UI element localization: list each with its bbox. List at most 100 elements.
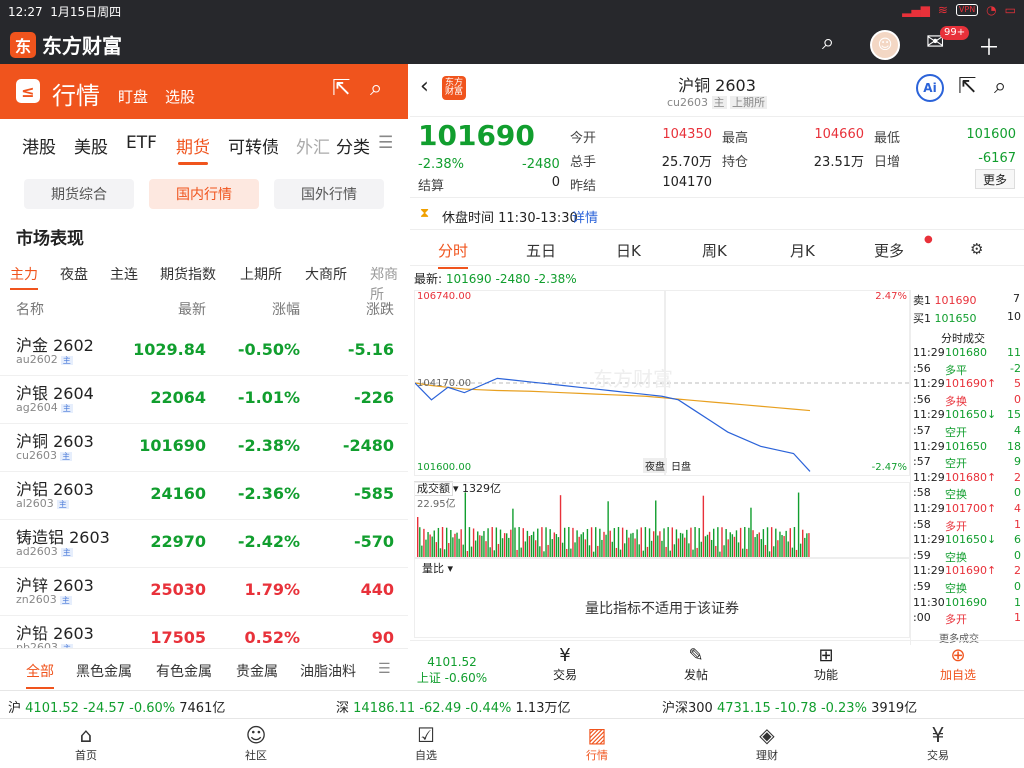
tab-us[interactable]: 美股 — [74, 133, 108, 158]
settings-icon[interactable]: ⚙ — [970, 240, 983, 258]
tab-monthly[interactable]: 月K — [790, 240, 815, 261]
trade-tick: 11:29 101680↑ 2 — [913, 470, 1021, 484]
cat-night[interactable]: 夜盘 — [60, 264, 88, 284]
volume-bar — [684, 537, 686, 557]
tab-futures[interactable]: 期货 — [176, 133, 210, 165]
subtab-domestic[interactable]: 国内行情 — [149, 179, 259, 209]
table-row[interactable]: 沪金 2602 au2602 主 1029.84 -0.50% -5.16 — [0, 328, 408, 376]
subtab-foreign[interactable]: 国外行情 — [274, 179, 384, 209]
mail-badge: 99+ — [940, 26, 970, 40]
search-icon[interactable]: ⌕ — [994, 74, 1006, 99]
cat-shfe[interactable]: 上期所 — [240, 264, 282, 284]
volume-bar — [686, 529, 688, 557]
volume-bar — [752, 530, 754, 557]
yen-icon: ¥ — [559, 645, 571, 666]
tab-cb[interactable]: 可转债 — [228, 133, 279, 158]
nav-home[interactable]: ⌂ 首页 — [56, 723, 116, 763]
function-button[interactable]: ⊞ 功能 — [786, 645, 866, 683]
trade-tick: :56 多换 0 — [913, 392, 1021, 408]
cat-cont[interactable]: 主连 — [110, 264, 138, 284]
volume-bar — [675, 529, 678, 557]
btab-ferrous[interactable]: 黑色金属 — [76, 661, 132, 681]
sh-index-mini[interactable]: 4101.52 上证 -0.60% — [412, 645, 492, 686]
table-row[interactable]: 沪铝 2603 al2603 主 24160 -2.36% -585 — [0, 472, 408, 520]
volume-bar — [503, 533, 506, 557]
nav-trade[interactable]: ¥ 交易 — [908, 723, 968, 763]
volume-bar — [522, 528, 524, 557]
volume-bar — [572, 527, 574, 557]
tab-category[interactable]: 分类 — [336, 133, 370, 158]
volume-bar — [458, 538, 460, 557]
index-ticker-bar: 沪 4101.52 -24.57 -0.60% 7461亿 深 14186.11… — [0, 690, 1024, 718]
tab-weekly[interactable]: 周K — [702, 240, 727, 261]
btab-precious[interactable]: 贵金属 — [236, 661, 278, 681]
more-button[interactable]: 更多 — [975, 169, 1015, 189]
share-icon[interactable]: ⇱ — [958, 74, 976, 99]
menu-icon[interactable]: ☰ — [378, 661, 391, 677]
subtab-overview[interactable]: 期货综合 — [24, 179, 134, 209]
volume-bar — [661, 540, 663, 557]
last-price: 22064 — [150, 388, 206, 407]
abs-change: -2480 — [342, 436, 394, 455]
volume-bar — [704, 536, 707, 557]
volume-bar — [650, 540, 653, 557]
volume-bar — [563, 527, 566, 557]
volume-bar — [638, 544, 640, 557]
nav-community[interactable]: ☺ 社区 — [226, 723, 286, 763]
cat-main[interactable]: 主力 — [10, 264, 38, 290]
btab-nonferrous[interactable]: 有色金属 — [156, 661, 212, 681]
ai-button[interactable]: Ai — [916, 74, 944, 102]
volume-bar — [773, 546, 775, 557]
avatar[interactable]: ☺ — [870, 30, 900, 60]
cat-index[interactable]: 期货指数 — [160, 264, 216, 284]
tab-fx[interactable]: 外汇 — [296, 133, 330, 158]
volume-bar — [526, 530, 529, 557]
screener-tab[interactable]: 选股 — [165, 86, 195, 107]
tab-etf[interactable]: ETF — [126, 133, 157, 153]
search-icon[interactable]: ⌕ — [822, 30, 834, 55]
post-button[interactable]: ✎ 发帖 — [656, 645, 736, 683]
share-icon[interactable]: ⇱ — [332, 76, 350, 101]
table-row[interactable]: 沪银 2604 ag2604 主 22064 -1.01% -226 — [0, 376, 408, 424]
volume-bar — [723, 545, 725, 557]
tab-5day[interactable]: 五日 — [526, 240, 556, 261]
volume-bar — [628, 537, 630, 557]
volume-bar — [702, 495, 705, 557]
intraday-chart[interactable]: 106740.00 2.47% 104170.00 101600.00 -2.4… — [414, 290, 910, 476]
nav-wealth[interactable]: ◈ 理财 — [737, 723, 797, 763]
volume-bar — [698, 528, 700, 557]
volume-bar — [501, 538, 504, 557]
search-icon[interactable]: ⌕ — [370, 76, 382, 101]
trade-tick: :59 空换 0 — [913, 548, 1021, 564]
volume-bar — [783, 536, 785, 557]
trade-tick: 11:29 101650↓ 15 — [913, 408, 1021, 422]
cat-dce[interactable]: 大商所 — [305, 264, 347, 284]
trade-button[interactable]: ¥ 交易 — [525, 645, 605, 683]
nav-watchlist[interactable]: ☑ 自选 — [396, 723, 456, 763]
watch-tab[interactable]: 盯盘 — [118, 86, 148, 107]
table-row[interactable]: 沪铜 2603 cu2603 主 101690 -2.38% -2480 — [0, 424, 408, 472]
btab-all[interactable]: 全部 — [26, 661, 54, 689]
volume-bar — [710, 539, 713, 557]
tab-daily[interactable]: 日K — [616, 240, 641, 261]
detail-link[interactable]: 详情 — [572, 207, 598, 226]
plus-icon[interactable]: ＋ — [978, 30, 1000, 62]
table-row[interactable]: 沪锌 2603 zn2603 主 25030 1.79% 440 — [0, 568, 408, 616]
cat-czce[interactable]: 郑商所 — [370, 264, 408, 304]
volume-bar — [547, 544, 549, 557]
nav-market[interactable]: ▨ 行情 — [567, 723, 627, 763]
volume-bar — [472, 528, 475, 557]
tab-hk[interactable]: 港股 — [22, 133, 56, 158]
volume-bar — [717, 527, 719, 557]
btab-oils[interactable]: 油脂油料 — [300, 661, 356, 681]
price-line — [415, 377, 811, 472]
bottom-nav: ⌂ 首页 ☺ 社区 ☑ 自选 ▨ 行情 ◈ 理财 ¥ 交易 — [0, 718, 1024, 768]
tab-more[interactable]: 更多 — [874, 240, 904, 261]
tab-intraday[interactable]: 分时 — [438, 240, 469, 269]
volume-bar — [470, 546, 473, 557]
table-row[interactable]: 铸造铝 2603 ad2603 主 22970 -2.42% -570 — [0, 520, 408, 568]
trade-tick: :56 多平 -2 — [913, 361, 1021, 377]
volume-bar — [574, 542, 576, 557]
menu-icon[interactable]: ☰ — [378, 133, 393, 153]
add-watch-button[interactable]: ⊕ 加自选 — [918, 645, 998, 683]
